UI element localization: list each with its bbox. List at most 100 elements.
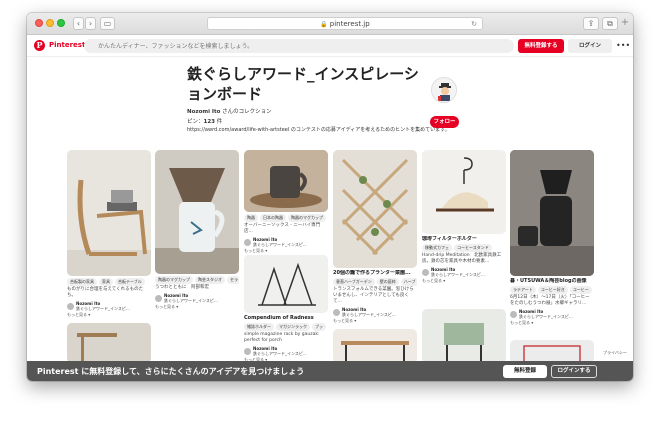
pin-image[interactable] [67, 323, 151, 363]
more-link[interactable]: もっと見る ▾ [333, 318, 417, 324]
more-options-icon[interactable]: ••• [616, 39, 630, 53]
more-link[interactable]: もっと見る ▾ [155, 304, 239, 310]
pin-card[interactable]: 合板製の家具 家具 合板テーブル ものがりに合理を与えてくれるものたち。 Noz… [67, 150, 151, 318]
reload-icon[interactable]: ↻ [471, 18, 477, 30]
pin-tags: 雑誌ホルダー マガジンラック ブッ [244, 323, 328, 331]
saver-board: 鉄ぐらしアワード_インスピ... [431, 272, 485, 277]
pin-saver[interactable]: Nozomi Ito 鉄ぐらしアワード_インスピ... [67, 301, 151, 311]
back-icon[interactable]: ‹ [73, 17, 84, 30]
follow-button[interactable]: フォロー [430, 116, 459, 128]
login-button[interactable]: ログイン [568, 39, 612, 53]
board-pin-count: ピン：123 件 [187, 117, 222, 125]
banner-signup-button[interactable]: 無料登録 [503, 365, 547, 378]
saver-avatar [244, 238, 251, 246]
tag-chip[interactable]: コーヒー好き [537, 286, 568, 294]
banner-login-button[interactable]: ログインする [551, 365, 597, 378]
tag-chip[interactable]: 陶器のマグカップ [288, 214, 326, 222]
sidebar-icon[interactable]: ▭ [100, 17, 115, 30]
pin-card[interactable]: Compendium of Radness 雑誌ホルダー マガジンラック ブッ … [244, 255, 328, 363]
more-link[interactable]: もっと見る ▾ [422, 278, 506, 284]
brand-name[interactable]: Pinterest [49, 41, 85, 49]
tag-chip[interactable]: セラ [227, 276, 239, 284]
pin-tags: 移動式カフェ コーヒースタンド [422, 244, 506, 252]
pin-description: オーバーニーソックス - ニーハイ専門店... [244, 223, 321, 234]
pin-card[interactable]: 暮・UTSUWA＆陶芸blogの画像 ラテアート コーヒー好き コーヒー 6月1… [510, 150, 594, 326]
pin-image[interactable] [422, 309, 506, 363]
minimize-window-button[interactable] [46, 19, 54, 27]
tag-chip[interactable]: 家具 [99, 278, 113, 286]
tag-chip[interactable]: 日本の陶器 [260, 214, 286, 222]
pin-image[interactable] [67, 150, 151, 276]
pin-saver[interactable]: Nozomi Ito 鉄ぐらしアワード_インスピ... [510, 309, 594, 319]
tabs-icon[interactable]: ⧉ [602, 17, 618, 30]
pin-image[interactable] [510, 340, 594, 363]
pin-title[interactable]: 20個の籠で作るプランター菜園... [333, 270, 417, 276]
privacy-link[interactable]: プライバシー [603, 350, 627, 356]
tag-chip[interactable]: 合板製の家具 [67, 278, 97, 286]
new-tab-icon[interactable]: + [619, 17, 631, 30]
owner-avatar[interactable] [431, 77, 457, 103]
pin-title[interactable]: 珈琲フィルターホルダー [422, 236, 506, 242]
share-icon[interactable]: ⇪ [583, 17, 599, 30]
tag-chip[interactable]: コーヒー [569, 286, 592, 294]
pin-tags: 合板製の家具 家具 合板テーブル [67, 278, 151, 286]
pin-saver[interactable]: Nozomi Ito 鉄ぐらしアワード_インスピ... [155, 293, 239, 303]
pin-card[interactable]: 陶器 日本の陶器 陶器のマグカップ オーバーニーソックス - ニーハイ専門店..… [244, 150, 328, 254]
saver-avatar [510, 310, 517, 318]
pin-card[interactable]: 珈琲フィルターホルダー 移動式カフェ コーヒースタンド Hand-drip Me… [422, 150, 506, 284]
pin-saver[interactable]: Nozomi Ito 鉄ぐらしアワード_インスピ... [422, 267, 506, 277]
tag-chip[interactable]: ブッ [312, 323, 326, 331]
browser-titlebar: ‹ › ▭ 🔒 pinterest.jp ↻ ⇪ ⧉ + [27, 13, 633, 35]
tag-chip[interactable]: 垂直ハーブガーデン [333, 278, 375, 286]
search-input[interactable] [84, 39, 514, 53]
pin-title[interactable]: Compendium of Radness [244, 315, 328, 321]
tag-chip[interactable]: ラテアート [510, 286, 536, 294]
pinterest-logo-icon[interactable]: P [34, 40, 45, 51]
zoom-window-button[interactable] [57, 19, 65, 27]
signup-banner: Pinterest に無料登録して、さらにたくさんのアイデアを見つけましょう 無… [27, 361, 633, 381]
tag-chip[interactable]: 陶器のマグカップ [155, 276, 193, 284]
pin-card[interactable]: 20個の籠で作るプランター菜園... 垂直ハーブガーデン 壁の庭枠 ハーブ トラ… [333, 150, 417, 324]
pin-saver[interactable]: Nozomi Ito 鉄ぐらしアワード_インスピ... [244, 237, 328, 247]
pin-image[interactable] [244, 150, 328, 212]
pin-title[interactable]: 暮・UTSUWA＆陶芸blogの画像 [510, 278, 594, 284]
close-window-button[interactable] [35, 19, 43, 27]
pin-image[interactable] [510, 150, 594, 276]
pin-tags: 垂直ハーブガーデン 壁の庭枠 ハーブ [333, 278, 417, 286]
pin-image[interactable] [333, 329, 417, 363]
pin-image[interactable] [333, 150, 417, 268]
forward-icon[interactable]: › [85, 17, 96, 30]
pin-image[interactable] [244, 255, 328, 313]
tag-chip[interactable]: 雑誌ホルダー [244, 323, 274, 331]
tag-chip[interactable]: 陶芸スタジオ [195, 276, 225, 284]
pin-tags: 陶器のマグカップ 陶芸スタジオ セラ [155, 276, 239, 284]
saver-board: 鉄ぐらしアワード_インスピ... [164, 298, 218, 303]
saver-avatar [155, 294, 162, 302]
pin-image[interactable] [422, 150, 506, 234]
more-link[interactable]: もっと見る ▾ [244, 248, 328, 254]
saver-board: 鉄ぐらしアワード_インスピ... [253, 351, 307, 356]
pin-saver[interactable]: Nozomi Ito 鉄ぐらしアワード_インスピ... [244, 346, 328, 356]
more-link[interactable]: もっと見る ▾ [67, 312, 151, 318]
tag-chip[interactable]: 壁の庭枠 [376, 278, 399, 286]
tag-chip[interactable]: ハーブ [400, 278, 417, 286]
board-description: https://awrd.com/award/life-with-artstee… [187, 127, 450, 133]
signup-button[interactable]: 無料登録する [518, 39, 564, 53]
table-image-icon [333, 329, 417, 363]
tag-chip[interactable]: 移動式カフェ [422, 244, 452, 252]
pinterest-header: P Pinterest ⌕ 無料登録する ログイン ••• [27, 35, 633, 57]
owner-suffix: さんのコレクション [220, 109, 272, 115]
address-bar[interactable]: 🔒 pinterest.jp ↻ [207, 17, 483, 30]
tag-chip[interactable]: 合板テーブル [115, 278, 145, 286]
pin-saver[interactable]: Nozomi Ito 鉄ぐらしアワード_インスピ... [333, 307, 417, 317]
pin-image[interactable] [155, 150, 239, 274]
pins-count: 123 [203, 119, 215, 125]
more-link[interactable]: もっと見る ▾ [510, 320, 594, 326]
pin-tags: ラテアート コーヒー好き コーヒー [510, 286, 594, 294]
tag-chip[interactable]: 陶器 [244, 214, 258, 222]
tag-chip[interactable]: マガジンラック [276, 323, 310, 331]
stool-image-icon [422, 309, 506, 363]
owner-name-link[interactable]: Nozomi Ito [187, 109, 220, 115]
pin-card[interactable]: 陶器のマグカップ 陶芸スタジオ セラ うつわとともに 阿部和宏 Nozomi I… [155, 150, 239, 310]
tag-chip[interactable]: コーヒースタンド [454, 244, 492, 252]
